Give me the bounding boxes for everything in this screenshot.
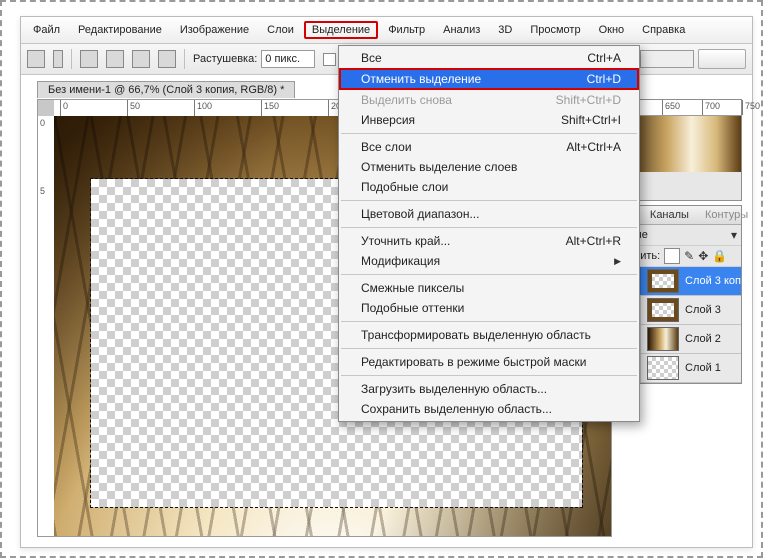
menu-view[interactable]: Просмотр [522,21,588,39]
menu-item-label: Подобные оттенки [361,301,464,315]
menu-window[interactable]: Окно [591,21,633,39]
selection-mode-new-icon[interactable] [80,50,98,68]
ruler-tick: 50 [127,100,140,116]
menu-item-label: Редактировать в режиме быстрой маски [361,355,586,369]
menu-item-color-range[interactable]: Цветовой диапазон... [339,204,639,224]
ruler-tick: 150 [261,100,279,116]
menu-3d[interactable]: 3D [490,21,520,39]
menu-item-shortcut: Shift+Ctrl+I [561,113,621,127]
lock-transparent-icon[interactable] [664,248,680,264]
antialias-checkbox[interactable] [323,53,336,66]
menu-item-deselect[interactable]: Отменить выделение Ctrl+D [339,68,639,90]
ruler-tick: 5 [40,186,45,196]
layer-name[interactable]: Слой 1 [685,362,741,374]
lock-all-icon[interactable]: 🔒 [712,249,727,263]
menu-item-shortcut: Shift+Ctrl+D [556,93,621,107]
layer-thumbnail[interactable] [647,356,679,380]
menu-item-label: Инверсия [361,113,415,127]
vertical-ruler[interactable]: 0 5 [38,116,55,536]
menu-help[interactable]: Справка [634,21,693,39]
menu-image[interactable]: Изображение [172,21,257,39]
menu-item-inverse[interactable]: Инверсия Shift+Ctrl+I [339,110,639,130]
ruler-tick: 100 [194,100,212,116]
separator [184,49,185,69]
refine-button[interactable] [698,49,746,69]
layer-thumbnail[interactable] [647,327,679,351]
layer-thumbnail[interactable] [647,269,679,293]
menu-item-reselect: Выделить снова Shift+Ctrl+D [339,90,639,110]
menu-separator [341,274,637,275]
menu-item-label: Подобные слои [361,180,448,194]
menu-separator [341,348,637,349]
menu-item-transform-selection[interactable]: Трансформировать выделенную область [339,325,639,345]
menu-item-label: Отменить выделение [361,72,481,86]
selection-mode-intersect-icon[interactable] [158,50,176,68]
select-menu-dropdown: Все Ctrl+A Отменить выделение Ctrl+D Выд… [338,45,640,422]
menu-item-shortcut: Alt+Ctrl+R [566,234,621,248]
app-window: Файл Редактирование Изображение Слои Выд… [20,16,753,548]
menu-item-all[interactable]: Все Ctrl+A [339,48,639,68]
menu-item-refine-edge[interactable]: Уточнить край... Alt+Ctrl+R [339,231,639,251]
menu-file[interactable]: Файл [25,21,68,39]
menu-separator [341,200,637,201]
layer-name[interactable]: Слой 2 [685,333,741,345]
menu-filter[interactable]: Фильтр [380,21,433,39]
menu-item-shortcut: Ctrl+D [587,72,621,86]
menu-item-label: Трансформировать выделенную область [361,328,591,342]
ruler-tick: 0 [60,100,68,116]
selection-mode-subtract-icon[interactable] [132,50,150,68]
menu-item-deselect-layers[interactable]: Отменить выделение слоев [339,157,639,177]
menu-item-shortcut: Alt+Ctrl+A [566,140,621,154]
menu-item-save-selection[interactable]: Сохранить выделенную область... [339,399,639,419]
tab-channels[interactable]: Каналы [642,206,697,224]
ruler-tick: 650 [662,100,680,115]
height-input[interactable] [640,50,694,68]
menu-edit[interactable]: Редактирование [70,21,170,39]
menu-separator [341,321,637,322]
menu-separator [341,375,637,376]
tool-preset-icon[interactable] [27,50,45,68]
submenu-arrow-icon: ▶ [614,256,621,267]
document-tab[interactable]: Без имени-1 @ 66,7% (Слой 3 копия, RGB/8… [37,81,295,98]
layer-name[interactable]: Слой 3 копия [685,275,741,287]
ruler-tick: 750 [742,100,760,115]
menu-analysis[interactable]: Анализ [435,21,488,39]
menu-item-shortcut: Ctrl+A [587,51,621,65]
menu-item-similar[interactable]: Подобные оттенки [339,298,639,318]
chevron-down-icon[interactable]: ▾ [731,228,737,242]
menu-item-label: Сохранить выделенную область... [361,402,552,416]
menu-item-label: Уточнить край... [361,234,450,248]
layer-name[interactable]: Слой 3 [685,304,741,316]
menu-item-quick-mask[interactable]: Редактировать в режиме быстрой маски [339,352,639,372]
menubar: Файл Редактирование Изображение Слои Выд… [21,17,752,44]
menu-item-load-selection[interactable]: Загрузить выделенную область... [339,379,639,399]
menu-select[interactable]: Выделение [304,21,378,39]
menu-layer[interactable]: Слои [259,21,302,39]
menu-item-label: Модификация [361,254,440,268]
layer-thumbnail[interactable] [647,298,679,322]
menu-item-grow[interactable]: Смежные пикселы [339,278,639,298]
menu-item-similar-layers[interactable]: Подобные слои [339,177,639,197]
menu-item-all-layers[interactable]: Все слои Alt+Ctrl+A [339,137,639,157]
menu-separator [341,227,637,228]
menu-item-label: Все слои [361,140,412,154]
ruler-tick: 0 [40,118,45,128]
menu-item-label: Выделить снова [361,93,452,107]
menu-item-label: Смежные пикселы [361,281,464,295]
ruler-tick: 700 [702,100,720,115]
menu-item-label: Все [361,51,382,65]
menu-item-label: Цветовой диапазон... [361,207,479,221]
tab-paths[interactable]: Контуры [697,206,756,224]
tool-preset-dd-icon[interactable] [53,50,63,68]
feather-label: Растушевка: [193,53,257,65]
menu-item-label: Отменить выделение слоев [361,160,517,174]
menu-item-modify[interactable]: Модификация ▶ [339,251,639,271]
menu-separator [341,133,637,134]
separator [71,49,72,69]
feather-input[interactable]: 0 пикс. [261,50,315,68]
selection-mode-add-icon[interactable] [106,50,124,68]
menu-item-label: Загрузить выделенную область... [361,382,547,396]
move-lock-icon[interactable]: ✥ [698,249,708,263]
brush-icon[interactable]: ✎ [684,249,694,263]
